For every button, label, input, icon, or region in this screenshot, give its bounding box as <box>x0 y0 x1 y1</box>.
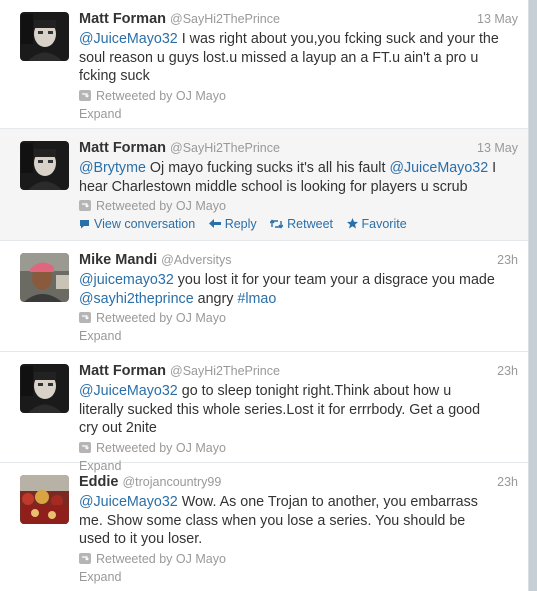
retweet-icon <box>79 440 91 453</box>
tweet-author-handle[interactable]: @SayHi2ThePrince <box>170 141 280 155</box>
avatar[interactable] <box>20 475 69 524</box>
avatar[interactable] <box>20 12 69 61</box>
tweet-author-handle[interactable]: @trojancountry99 <box>122 475 221 489</box>
tweet-mention[interactable]: @JuiceMayo32 <box>79 494 178 510</box>
tweet-stream: Matt Forman @SayHi2ThePrince 13 May @Juic… <box>0 0 529 591</box>
avatar[interactable] <box>20 253 69 302</box>
retweeted-by-text[interactable]: Retweeted by OJ Mayo <box>96 89 226 103</box>
tweet-text: @JuiceMayo32 go to sleep tonight right.T… <box>79 382 499 438</box>
tweet-timestamp[interactable]: 13 May <box>477 12 518 26</box>
retweet-icon <box>79 88 91 101</box>
tweet[interactable]: Eddie @trojancountry99 23h @JuiceMayo32 W… <box>0 463 528 591</box>
tweet-text-segment: Oj mayo fucking sucks it's all his fault <box>145 160 390 176</box>
retweeted-by: Retweeted by OJ Mayo <box>79 197 518 215</box>
retweet-icon <box>79 551 91 564</box>
view-conversation-link[interactable]: View conversation <box>79 217 195 231</box>
reply-label: Reply <box>224 217 257 231</box>
tweet-mention[interactable]: @JuiceMayo32 <box>389 160 488 176</box>
tweet-text: @juicemayo32 you lost it for your team y… <box>79 271 499 308</box>
tweet[interactable]: Mike Mandi @Adversitys 23h @juicemayo32 y… <box>0 241 528 352</box>
tweet[interactable]: Matt Forman @SayHi2ThePrince 23h @JuiceMa… <box>0 352 528 473</box>
tweet-author-handle[interactable]: @SayHi2ThePrince <box>170 364 280 378</box>
favorite-label: Favorite <box>361 217 407 231</box>
reply-button[interactable]: Reply <box>208 217 257 231</box>
tweet-timestamp[interactable]: 23h <box>497 364 518 378</box>
tweet-actions: View conversation Reply Retweet Favorite <box>79 215 518 233</box>
tweet-author-name[interactable]: Mike Mandi <box>79 252 157 268</box>
tweet-text: @JuiceMayo32 I was right about you,you f… <box>79 30 499 86</box>
tweet-author-handle[interactable]: @SayHi2ThePrince <box>170 12 280 26</box>
reply-icon <box>208 219 221 228</box>
retweet-label: Retweet <box>287 217 334 231</box>
tweet-author-name[interactable]: Matt Forman <box>79 140 166 156</box>
retweeted-by-text[interactable]: Retweeted by OJ Mayo <box>96 199 226 213</box>
retweet-icon <box>269 219 284 229</box>
tweet-timestamp[interactable]: 23h <box>497 475 518 489</box>
retweeted-by-text[interactable]: Retweeted by OJ Mayo <box>96 552 226 566</box>
tweet-mention[interactable]: @juicemayo32 <box>79 272 174 288</box>
tweet-mention[interactable]: @JuiceMayo32 <box>79 31 178 47</box>
view-conversation-label: View conversation <box>94 217 196 231</box>
tweet-author-name[interactable]: Matt Forman <box>79 363 166 379</box>
retweeted-by-text[interactable]: Retweeted by OJ Mayo <box>96 441 226 455</box>
tweet-mention[interactable]: @sayhi2theprince <box>79 291 194 307</box>
retweeted-by: Retweeted by OJ Mayo <box>79 439 518 457</box>
retweeted-by: Retweeted by OJ Mayo <box>79 87 518 105</box>
tweet-text-segment: angry <box>193 290 238 307</box>
tweet-timestamp[interactable]: 23h <box>497 253 518 267</box>
favorite-button[interactable]: Favorite <box>346 217 407 231</box>
retweeted-by-text[interactable]: Retweeted by OJ Mayo <box>96 311 226 325</box>
tweet-mention[interactable]: @JuiceMayo32 <box>79 383 178 399</box>
retweeted-by: Retweeted by OJ Mayo <box>79 550 518 568</box>
tweet-author-name[interactable]: Matt Forman <box>79 11 166 27</box>
retweet-icon <box>79 198 91 211</box>
expand-link[interactable]: Expand <box>79 105 518 123</box>
tweet-text-segment: you lost it for your team your a disgrac… <box>173 272 495 288</box>
retweet-button[interactable]: Retweet <box>269 217 334 231</box>
tweet-text: @JuiceMayo32 Wow. As one Trojan to anoth… <box>79 493 499 549</box>
speech-bubble-icon <box>80 220 89 229</box>
retweeted-by: Retweeted by OJ Mayo <box>79 309 518 327</box>
tweet-mention[interactable]: @Brytyme <box>79 160 146 176</box>
tweet-timestamp[interactable]: 13 May <box>477 141 518 155</box>
tweet[interactable]: Matt Forman @SayHi2ThePrince 13 May @Bryt… <box>0 129 528 241</box>
tweet-author-handle[interactable]: @Adversitys <box>161 253 231 267</box>
expand-link[interactable]: Expand <box>79 568 518 586</box>
retweet-icon <box>79 310 91 323</box>
tweet[interactable]: Matt Forman @SayHi2ThePrince 13 May @Juic… <box>0 0 528 129</box>
star-icon <box>346 218 358 229</box>
tweet-author-name[interactable]: Eddie <box>79 474 118 490</box>
tweet-text: @Brytyme Oj mayo fucking sucks it's all … <box>79 159 499 196</box>
avatar[interactable] <box>20 364 69 413</box>
tweet-hashtag[interactable]: #lmao <box>237 291 276 307</box>
avatar[interactable] <box>20 141 69 190</box>
expand-link[interactable]: Expand <box>79 327 518 345</box>
